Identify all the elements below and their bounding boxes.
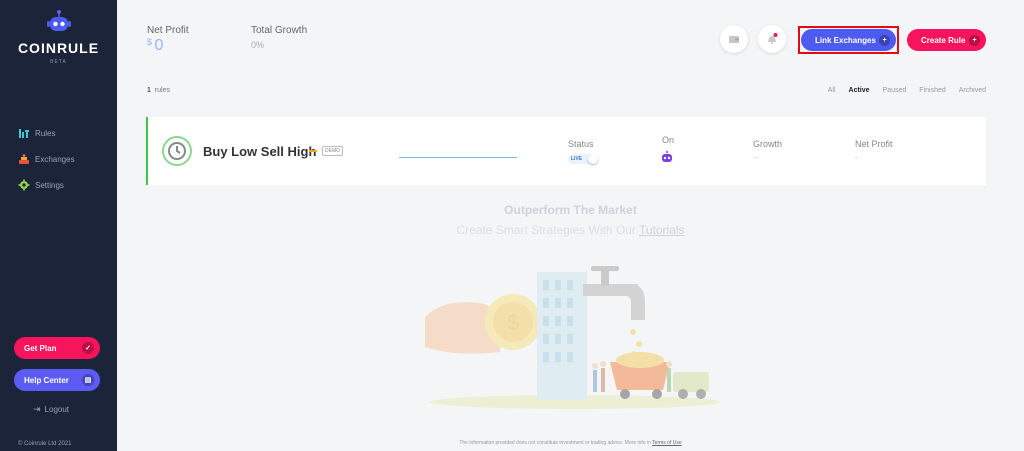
clock-icon <box>162 136 192 166</box>
plus-icon: + <box>969 34 980 46</box>
net-profit-col-value: - <box>855 153 858 162</box>
logo[interactable]: COINRULE BETA <box>0 8 117 65</box>
exchange-robot-icon <box>660 150 674 169</box>
promo-subtitle-text: Create Smart Strategies With Our <box>456 223 636 237</box>
get-plan-button[interactable]: Get Plan ✓ <box>14 337 100 359</box>
check-icon: ✓ <box>82 342 94 354</box>
bell-icon <box>768 33 778 44</box>
on-label: On <box>662 135 675 145</box>
logout-label: Logout <box>44 405 70 414</box>
rule-card[interactable]: Buy Low Sell High DEMO Status LIVE On Gr… <box>146 117 986 185</box>
filter-active[interactable]: Active <box>849 87 870 94</box>
toggle-knob <box>588 154 598 164</box>
sidebar-item-settings[interactable]: Settings <box>18 172 75 198</box>
rule-dash <box>309 150 317 152</box>
rules-count-number: 1 <box>147 87 151 94</box>
sidebar-item-rules[interactable]: Rules <box>18 120 75 146</box>
status-label: Status <box>568 139 594 149</box>
disclaimer: The information provided does not consti… <box>0 440 1024 446</box>
rule-progress-line <box>399 157 517 158</box>
sidebar-item-label: Settings <box>35 180 64 190</box>
money-tap-illustration: $ <box>425 262 720 412</box>
filter-finished[interactable]: Finished <box>919 87 945 94</box>
growth-label: Growth <box>753 139 783 149</box>
filter-paused[interactable]: Paused <box>883 87 907 94</box>
logout-icon: ⇥ <box>33 404 41 414</box>
wallet-button[interactable] <box>720 25 748 53</box>
create-rule-button[interactable]: Create Rule + <box>907 29 986 51</box>
disclaimer-text: The information provided does not consti… <box>459 440 651 446</box>
rule-filters: All Active Paused Finished Archived <box>828 87 986 94</box>
growth-value: -- <box>753 153 759 162</box>
rule-name[interactable]: Buy Low Sell High <box>203 144 316 159</box>
create-rule-label: Create Rule <box>921 35 966 45</box>
sidebar-item-exchanges[interactable]: Exchanges <box>18 146 75 172</box>
beta-badge: BETA <box>50 59 67 65</box>
logout-link[interactable]: ⇥ Logout <box>33 404 69 415</box>
highlight-box <box>798 26 899 54</box>
promo-subtitle: Create Smart Strategies With Our Tutoria… <box>0 223 1024 237</box>
notifications-button[interactable] <box>758 25 786 53</box>
rules-icon <box>18 127 30 139</box>
filter-all[interactable]: All <box>828 87 836 94</box>
help-center-button[interactable]: Help Center ▤ <box>14 369 100 391</box>
get-plan-label: Get Plan <box>24 343 57 353</box>
sidebar-nav: Rules Exchanges Settings <box>18 120 75 198</box>
live-toggle[interactable]: LIVE <box>568 154 598 164</box>
total-growth-value: 0% <box>251 40 265 50</box>
exchanges-icon <box>18 153 30 165</box>
net-profit-amount: 0 <box>154 37 164 54</box>
promo-title: Outperform The Market <box>504 203 637 217</box>
document-icon: ▤ <box>82 374 94 386</box>
terms-of-use-link[interactable]: Terms of Use <box>652 440 681 446</box>
net-profit-col-label: Net Profit <box>855 139 893 149</box>
sidebar-item-label: Exchanges <box>35 154 75 164</box>
filter-archived[interactable]: Archived <box>959 87 986 94</box>
demo-badge: DEMO <box>322 146 343 156</box>
live-label: LIVE <box>571 156 583 162</box>
wallet-icon <box>729 36 739 43</box>
tutorials-link[interactable]: Tutorials <box>639 223 685 237</box>
net-profit-value: $ 0 <box>147 37 163 55</box>
robot-logo-icon <box>44 8 74 38</box>
svg-text:$: $ <box>507 310 519 335</box>
help-center-label: Help Center <box>24 375 69 385</box>
gear-icon <box>18 179 30 191</box>
net-profit-label: Net Profit <box>147 25 189 36</box>
sidebar-item-label: Rules <box>35 128 56 138</box>
brand-name: COINRULE <box>17 40 100 56</box>
rules-count-label: rules <box>154 87 170 94</box>
total-growth-label: Total Growth <box>251 25 308 36</box>
currency-symbol: $ <box>147 37 153 47</box>
rules-count: 1 rules <box>147 87 170 94</box>
